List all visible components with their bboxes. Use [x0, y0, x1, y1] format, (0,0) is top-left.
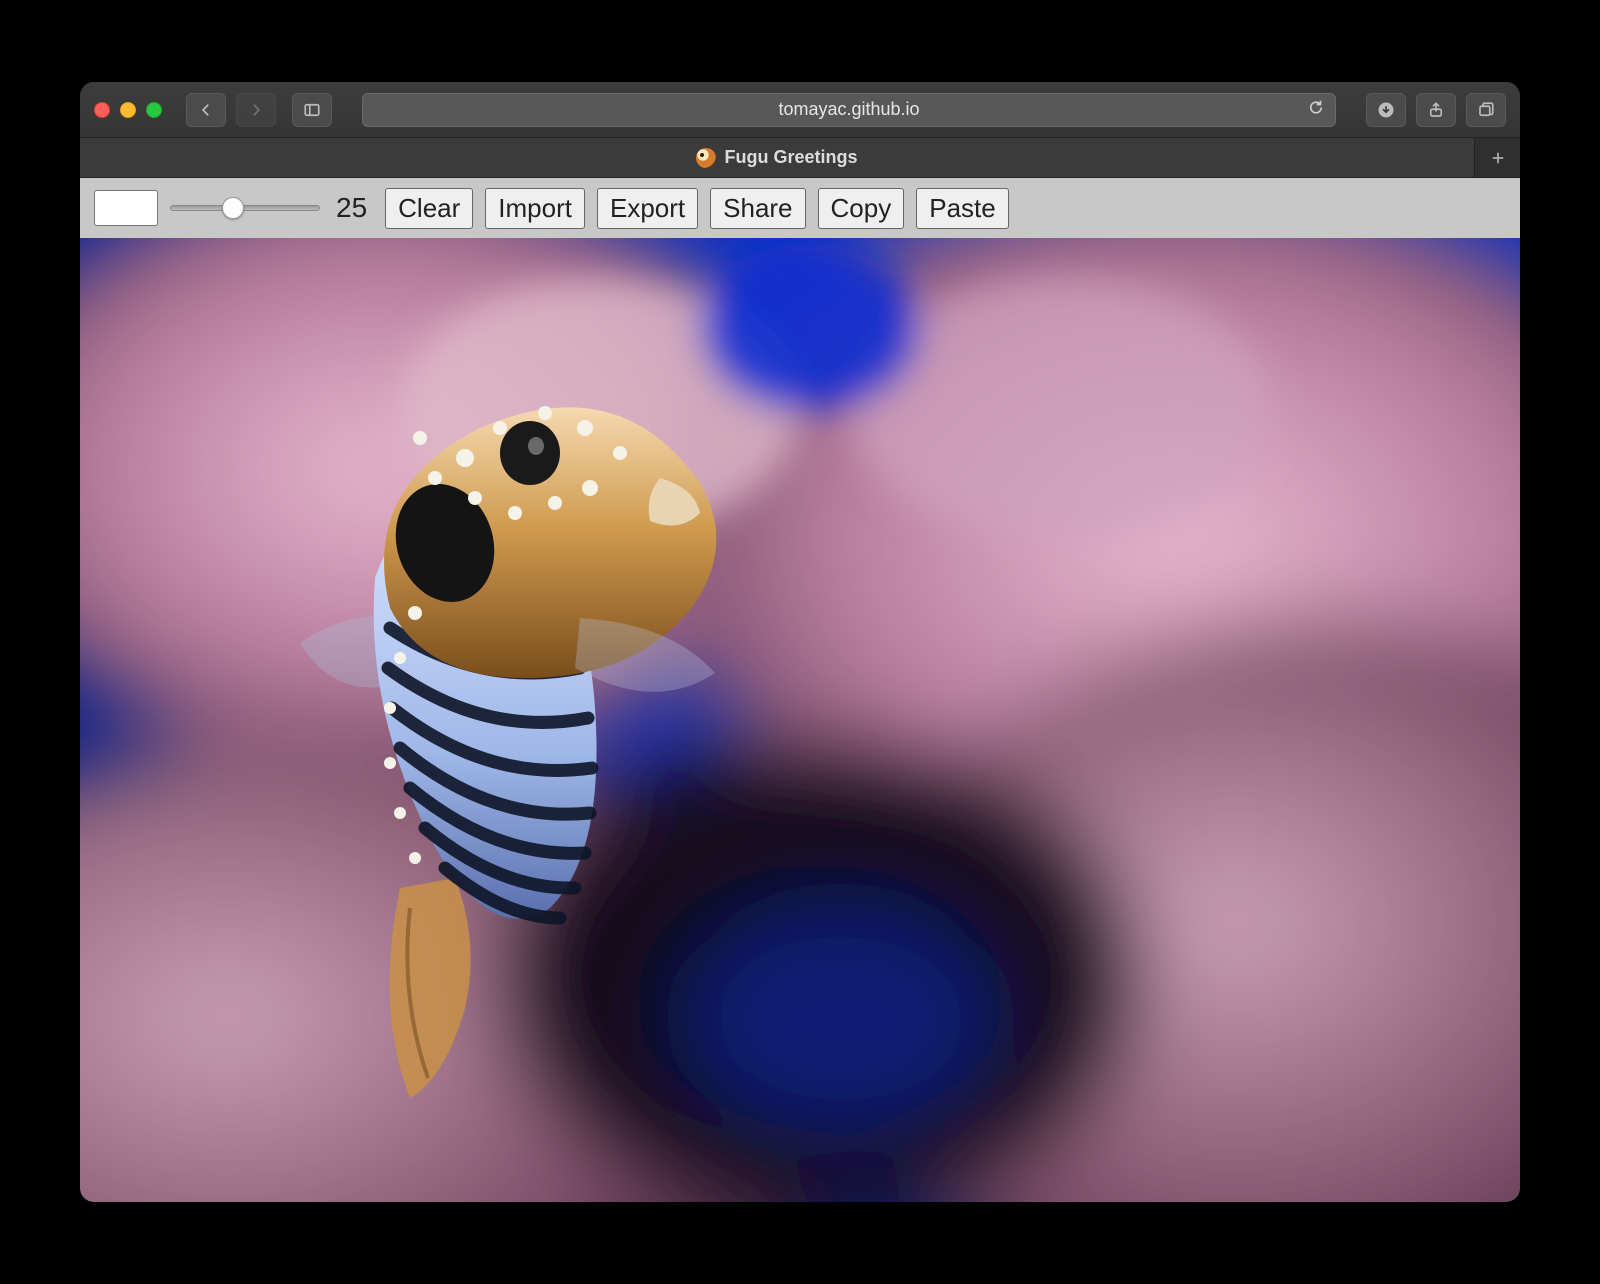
sidebar-toggle-button[interactable]	[292, 93, 332, 127]
clear-button[interactable]: Clear	[385, 188, 473, 229]
browser-window: tomayac.github.io Fugu	[80, 82, 1520, 1202]
sidebar-icon	[303, 101, 321, 119]
minimize-window-button[interactable]	[120, 102, 136, 118]
import-button[interactable]: Import	[485, 188, 585, 229]
back-button[interactable]	[186, 93, 226, 127]
browser-titlebar: tomayac.github.io	[80, 82, 1520, 138]
color-picker[interactable]	[94, 190, 158, 226]
plus-icon	[1489, 149, 1507, 167]
tab-title: Fugu Greetings	[724, 147, 857, 168]
drawing-canvas[interactable]	[80, 238, 1520, 1202]
paste-button[interactable]: Paste	[916, 188, 1009, 229]
chevron-left-icon	[197, 101, 215, 119]
app-toolbar: 25 Clear Import Export Share Copy Paste	[80, 178, 1520, 238]
forward-button[interactable]	[236, 93, 276, 127]
window-controls	[94, 102, 162, 118]
reload-icon	[1307, 98, 1325, 116]
brush-size-slider[interactable]	[170, 196, 320, 220]
share-os-button[interactable]	[1416, 93, 1456, 127]
export-button[interactable]: Export	[597, 188, 698, 229]
zoom-window-button[interactable]	[146, 102, 162, 118]
tab-strip: Fugu Greetings	[80, 138, 1520, 178]
new-tab-button[interactable]	[1474, 138, 1520, 177]
tabs-icon	[1477, 101, 1495, 119]
downloads-button[interactable]	[1366, 93, 1406, 127]
url-text: tomayac.github.io	[778, 99, 919, 120]
close-window-button[interactable]	[94, 102, 110, 118]
slider-thumb[interactable]	[222, 197, 244, 219]
tabs-overview-button[interactable]	[1466, 93, 1506, 127]
canvas-image	[80, 238, 1520, 1202]
fugu-icon	[696, 148, 716, 168]
chevron-right-icon	[247, 101, 265, 119]
tab-fugu-greetings[interactable]: Fugu Greetings	[80, 138, 1474, 177]
share-button[interactable]: Share	[710, 188, 805, 229]
copy-button[interactable]: Copy	[818, 188, 905, 229]
slider-track	[170, 205, 320, 211]
reload-button[interactable]	[1307, 98, 1325, 121]
download-icon	[1377, 101, 1395, 119]
brush-size-value: 25	[336, 192, 367, 224]
share-icon	[1427, 101, 1445, 119]
address-bar[interactable]: tomayac.github.io	[362, 93, 1336, 127]
